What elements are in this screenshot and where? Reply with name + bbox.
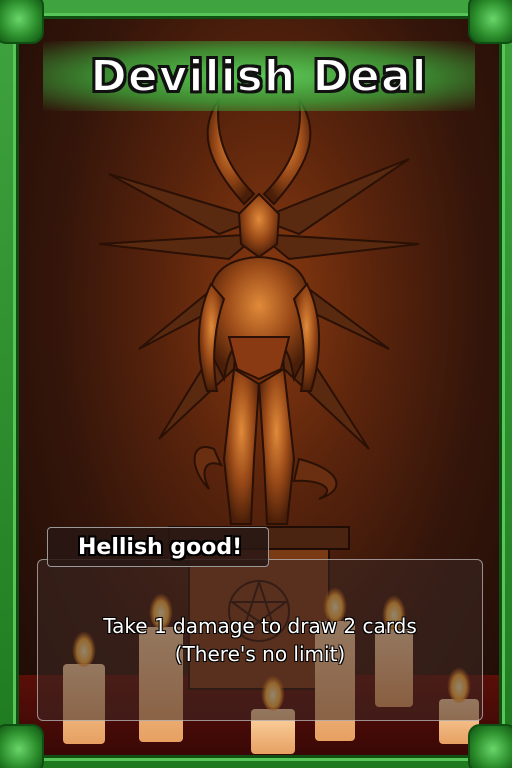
description-line-2: (There's no limit) [174,642,346,666]
card[interactable]: Devilish Deal Take 1 damage to draw 2 ca… [0,0,512,768]
card-frame: Devilish Deal Take 1 damage to draw 2 ca… [16,16,502,758]
card-title: Devilish Deal [89,50,428,103]
frame-corner-top-right [468,0,512,44]
frame-corner-bottom-right [468,724,512,768]
frame-corner-bottom-left [0,724,44,768]
description-box: Take 1 damage to draw 2 cards (There's n… [37,559,483,721]
frame-corner-top-left [0,0,44,44]
title-banner: Devilish Deal [43,41,475,111]
description-line-1: Take 1 damage to draw 2 cards [103,614,417,638]
tagline-bar: Hellish good! [47,527,269,567]
card-tagline: Hellish good! [78,534,243,560]
